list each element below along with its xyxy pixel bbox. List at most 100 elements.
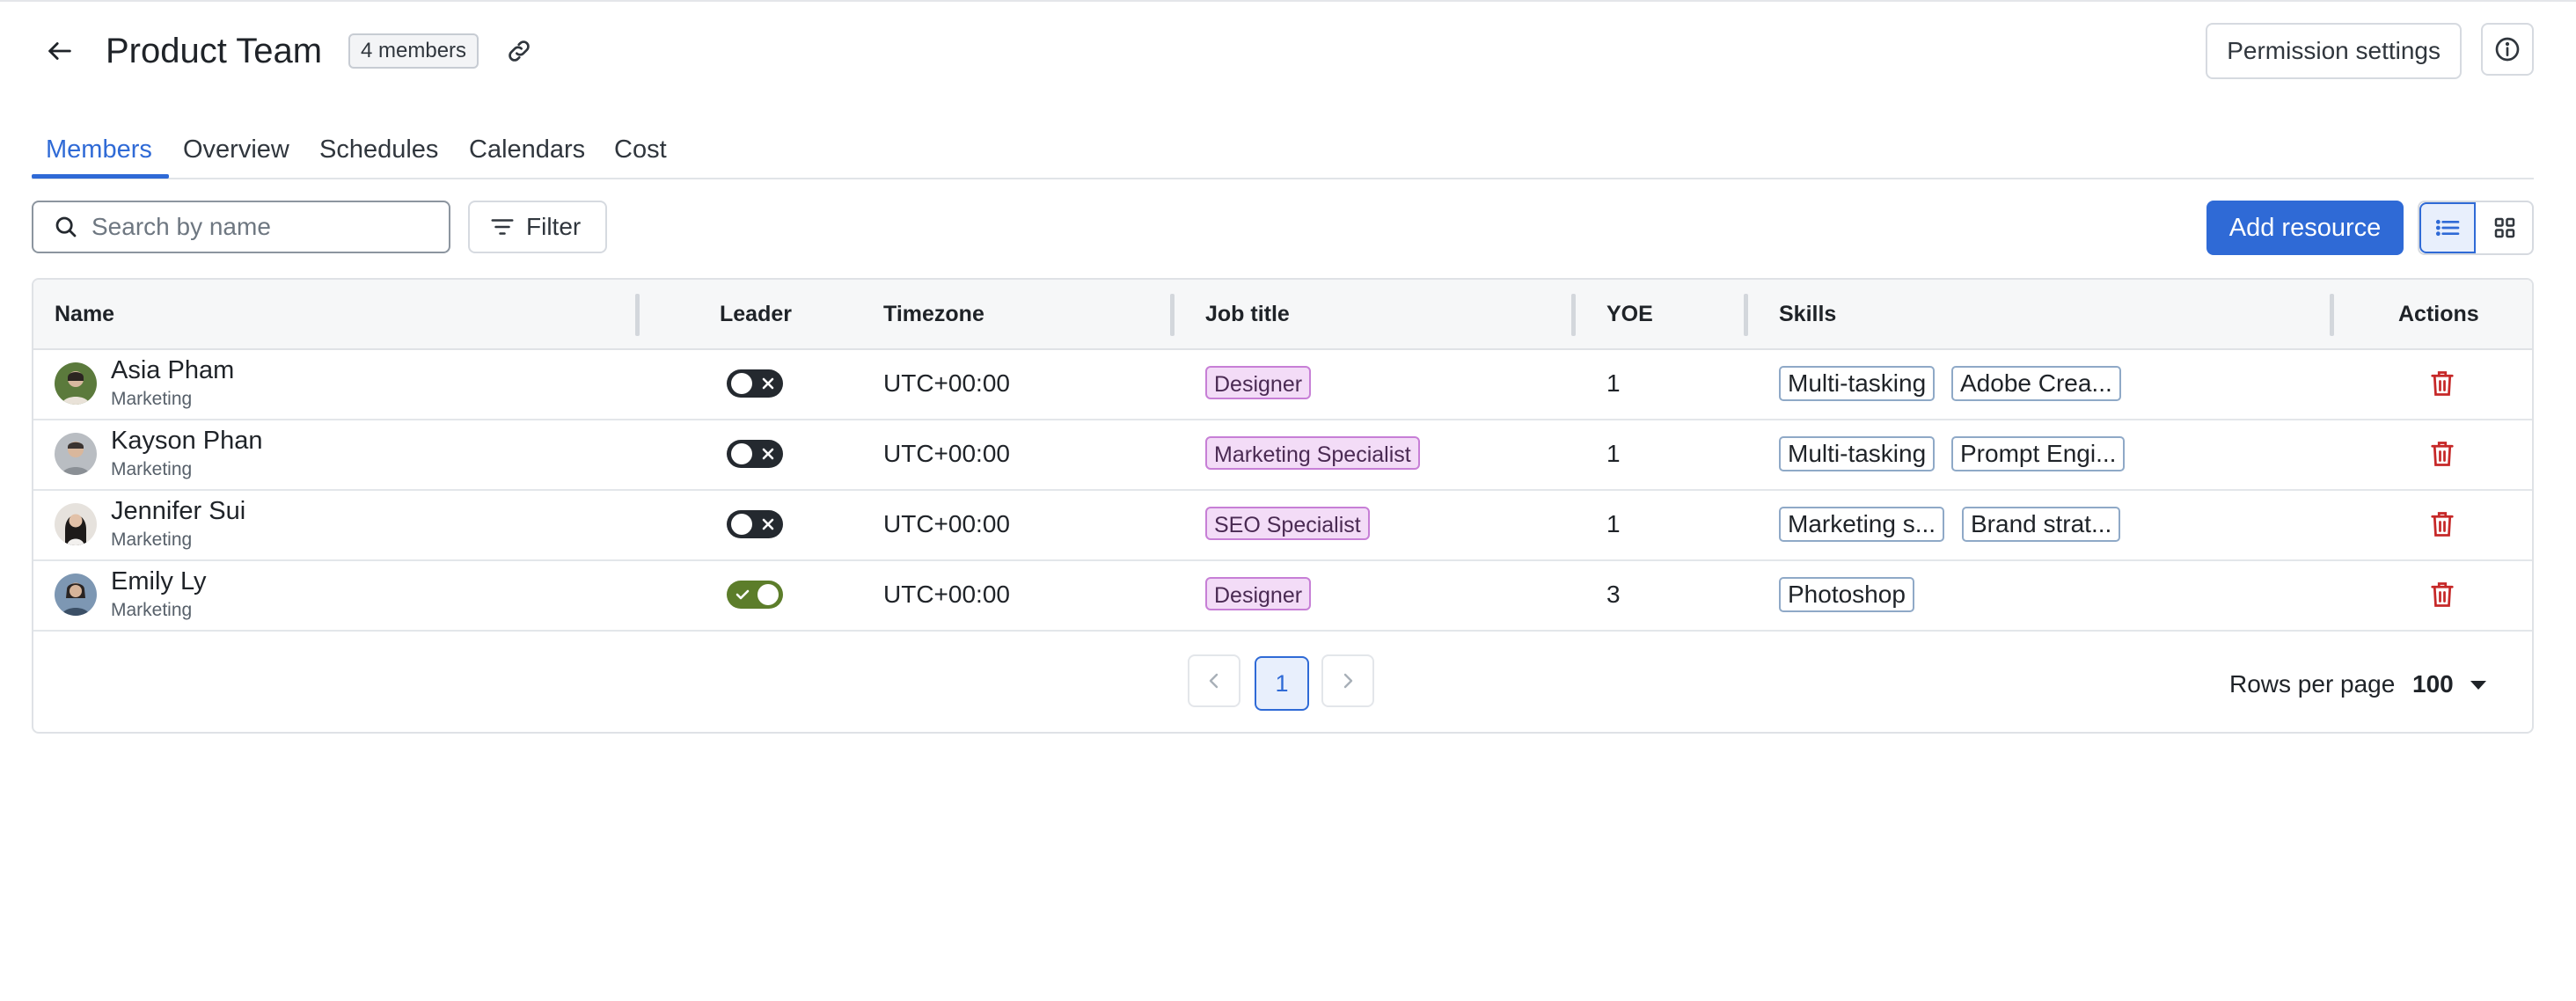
- column-header-leader[interactable]: Leader: [720, 280, 792, 348]
- leader-toggle[interactable]: [727, 510, 783, 538]
- trash-icon: [2431, 512, 2454, 537]
- timezone-value: UTC+00:00: [883, 369, 1010, 397]
- rows-per-page-select[interactable]: 100: [2412, 667, 2454, 702]
- leader-toggle[interactable]: [727, 369, 783, 398]
- filter-button[interactable]: Filter: [468, 201, 607, 253]
- delete-button[interactable]: [2426, 577, 2458, 612]
- table-row[interactable]: Emily Ly Marketing UTC+00:00 Designer 3 …: [33, 559, 2532, 632]
- job-title-tag: Designer: [1205, 366, 1312, 399]
- member-department: Marketing: [111, 530, 193, 550]
- avatar: [55, 503, 97, 545]
- timezone-value: UTC+00:00: [883, 440, 1010, 467]
- filter-label: Filter: [526, 213, 582, 240]
- rows-per-page-label: Rows per page: [2229, 670, 2396, 698]
- trash-icon: [2431, 371, 2454, 396]
- skill-tag: Prompt Engi...: [1951, 436, 2126, 471]
- grid-icon: [2494, 217, 2515, 238]
- filter-icon: [489, 214, 516, 240]
- member-count-badge: 4 members: [348, 33, 479, 69]
- page-title: Product Team: [106, 32, 323, 70]
- timezone-value: UTC+00:00: [883, 581, 1010, 608]
- tab-calendars[interactable]: Calendars: [469, 134, 585, 165]
- table-row[interactable]: Kayson Phan Marketing UTC+00:00 Marketin…: [33, 419, 2532, 491]
- page-number-button[interactable]: 1: [1255, 656, 1309, 711]
- timezone-value: UTC+00:00: [883, 510, 1010, 537]
- column-resize-handle[interactable]: [2330, 294, 2334, 336]
- tab-cost[interactable]: Cost: [614, 134, 667, 165]
- permission-settings-button[interactable]: Permission settings: [2206, 23, 2462, 79]
- member-name[interactable]: Jennifer Sui: [111, 494, 245, 528]
- avatar: [55, 574, 97, 616]
- avatar: [55, 362, 97, 405]
- grid-view-button[interactable]: [2477, 202, 2532, 253]
- member-name[interactable]: Kayson Phan: [111, 424, 263, 457]
- skill-tag: Adobe Crea...: [1951, 366, 2121, 401]
- yoe-value: 1: [1606, 510, 1621, 537]
- info-button[interactable]: [2481, 23, 2534, 76]
- table-row[interactable]: Jennifer Sui Marketing UTC+00:00 SEO Spe…: [33, 489, 2532, 561]
- delete-button[interactable]: [2426, 366, 2458, 401]
- trash-icon: [2431, 582, 2454, 607]
- column-header-yoe[interactable]: YOE: [1606, 280, 1653, 348]
- copy-link-button[interactable]: [498, 30, 540, 72]
- search-input[interactable]: [90, 212, 428, 242]
- skill-tag: Photoshop: [1779, 577, 1914, 612]
- table-row[interactable]: Asia Pham Marketing UTC+00:00 Designer 1…: [33, 348, 2532, 420]
- column-header-skills[interactable]: Skills: [1779, 280, 1836, 348]
- page-header: Product Team 4 members Permission settin…: [32, 23, 2534, 79]
- yoe-value: 1: [1606, 369, 1621, 397]
- member-name[interactable]: Asia Pham: [111, 354, 234, 387]
- link-icon: [509, 40, 530, 62]
- x-icon: [759, 375, 777, 392]
- delete-button[interactable]: [2426, 507, 2458, 542]
- job-title-tag: Designer: [1205, 577, 1312, 610]
- member-department: Marketing: [111, 389, 193, 409]
- back-button[interactable]: [40, 32, 79, 70]
- delete-button[interactable]: [2426, 436, 2458, 471]
- x-icon: [759, 445, 777, 463]
- column-resize-handle[interactable]: [1571, 294, 1576, 336]
- search-field[interactable]: [32, 201, 450, 253]
- column-header-name[interactable]: Name: [55, 280, 114, 348]
- yoe-value: 1: [1606, 440, 1621, 467]
- table-header: Name Leader Timezone Job title YOE Skill…: [33, 280, 2532, 350]
- column-resize-handle[interactable]: [1744, 294, 1748, 336]
- chevron-left-icon: [1209, 673, 1218, 689]
- skill-tag: Multi-tasking: [1779, 436, 1936, 471]
- trash-icon: [2431, 442, 2454, 466]
- list-view-button[interactable]: [2419, 202, 2476, 253]
- next-page-button[interactable]: [1321, 654, 1374, 707]
- list-icon: [2435, 219, 2460, 237]
- check-icon: [734, 586, 751, 603]
- column-header-actions: Actions: [2398, 302, 2479, 326]
- arrow-left-icon: [48, 42, 71, 60]
- top-border: [0, 0, 2576, 2]
- add-resource-button[interactable]: Add resource: [2206, 201, 2404, 255]
- x-icon: [759, 515, 777, 533]
- leader-toggle[interactable]: [727, 581, 783, 609]
- column-resize-handle[interactable]: [1170, 294, 1175, 336]
- skill-tag: Marketing s...: [1779, 507, 1945, 542]
- column-header-timezone[interactable]: Timezone: [883, 280, 984, 348]
- tab-overview[interactable]: Overview: [183, 134, 289, 165]
- search-icon: [53, 214, 79, 240]
- previous-page-button[interactable]: [1188, 654, 1240, 707]
- skill-tag: Brand strat...: [1962, 507, 2121, 542]
- member-department: Marketing: [111, 600, 193, 620]
- member-department: Marketing: [111, 459, 193, 479]
- avatar: [55, 433, 97, 475]
- leader-toggle[interactable]: [727, 440, 783, 468]
- column-header-job-title[interactable]: Job title: [1205, 280, 1290, 348]
- column-resize-handle[interactable]: [635, 294, 640, 336]
- caret-down-icon[interactable]: [2469, 679, 2488, 691]
- member-name[interactable]: Emily Ly: [111, 565, 207, 598]
- yoe-value: 3: [1606, 581, 1621, 608]
- tab-schedules[interactable]: Schedules: [319, 134, 438, 165]
- tab-bar: Members Overview Schedules Calendars Cos…: [32, 128, 2534, 179]
- info-icon: [2495, 37, 2520, 62]
- view-mode-toggle: [2418, 201, 2534, 255]
- chevron-right-icon: [1343, 673, 1353, 689]
- skill-tag: Multi-tasking: [1779, 366, 1936, 401]
- job-title-tag: Marketing Specialist: [1205, 436, 1420, 470]
- tab-members[interactable]: Members: [46, 134, 152, 165]
